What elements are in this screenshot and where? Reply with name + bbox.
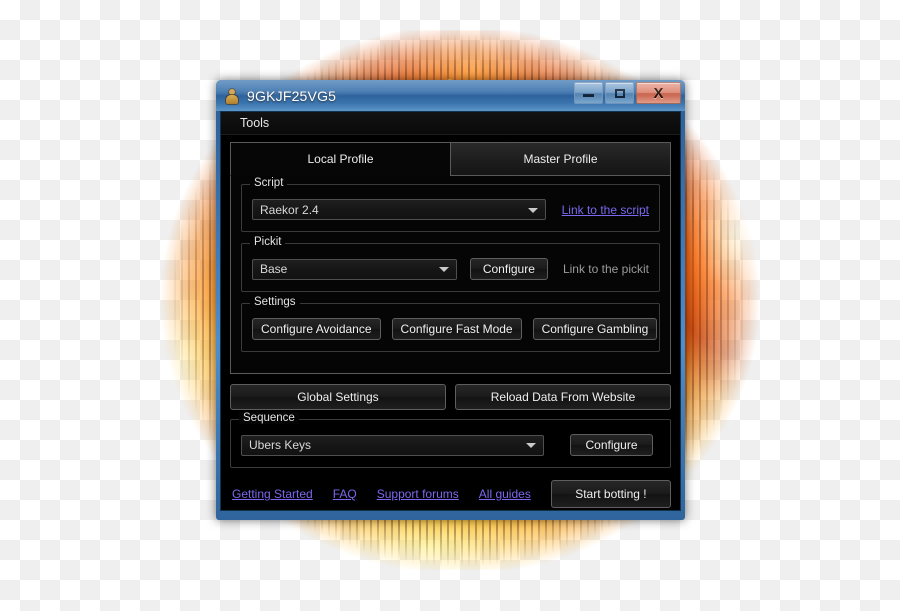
chevron-down-icon <box>527 207 538 213</box>
application-window: 9GKJF25VG5 X Tools Local Profile Master … <box>216 80 685 520</box>
settings-buttons-row: Configure Avoidance Configure Fast Mode … <box>252 318 658 340</box>
tab-panel-local-profile: Script Raekor 2.4 Link to the script Pic… <box>230 176 671 374</box>
reload-data-label: Reload Data From Website <box>490 390 636 404</box>
configure-gambling-button[interactable]: Configure Gambling <box>532 318 658 340</box>
close-icon: X <box>653 84 664 102</box>
global-settings-label: Global Settings <box>297 390 379 404</box>
reload-data-button[interactable]: Reload Data From Website <box>455 384 671 410</box>
sequence-combobox-value: Ubers Keys <box>249 438 312 452</box>
window-controls: X <box>574 82 681 104</box>
chevron-down-icon <box>526 443 536 448</box>
settings-group: Settings Configure Avoidance Configure F… <box>241 296 660 352</box>
link-getting-started[interactable]: Getting Started <box>232 487 313 501</box>
pickit-combobox-value: Base <box>260 262 288 276</box>
start-botting-button[interactable]: Start botting ! <box>550 480 671 508</box>
pickit-group-title: Pickit <box>250 236 286 248</box>
pickit-configure-button[interactable]: Configure <box>469 258 548 280</box>
minimize-icon <box>583 94 594 97</box>
sequence-row: Ubers Keys Configure <box>241 434 660 456</box>
script-group: Script Raekor 2.4 Link to the script <box>241 177 660 232</box>
configure-fast-mode-button[interactable]: Configure Fast Mode <box>391 318 522 340</box>
configure-avoidance-button[interactable]: Configure Avoidance <box>252 318 381 340</box>
menu-item-tools[interactable]: Tools <box>236 114 273 132</box>
pickit-combobox[interactable]: Base <box>252 258 457 280</box>
maximize-button[interactable] <box>605 82 634 104</box>
chevron-down-icon <box>438 267 449 272</box>
menu-bar: Tools <box>221 112 680 135</box>
settings-group-title: Settings <box>250 296 300 308</box>
main-buttons-row: Global Settings Reload Data From Website <box>230 384 671 410</box>
link-to-the-pickit[interactable]: Link to the pickit <box>563 262 649 276</box>
sequence-group-title: Sequence <box>239 412 299 424</box>
window-title: 9GKJF25VG5 <box>247 87 337 104</box>
user-figure-icon <box>223 87 241 105</box>
global-settings-button[interactable]: Global Settings <box>230 384 446 410</box>
maximize-icon <box>614 88 625 98</box>
link-all-guides[interactable]: All guides <box>479 487 531 501</box>
configure-gambling-label: Configure Gambling <box>541 322 649 336</box>
tab-master-profile[interactable]: Master Profile <box>450 142 671 176</box>
tab-local-profile[interactable]: Local Profile <box>230 142 450 176</box>
footer-links-row: Getting Started FAQ Support forums All g… <box>230 480 671 508</box>
tab-strip: Local Profile Master Profile <box>230 142 671 176</box>
script-row: Raekor 2.4 Link to the script <box>252 199 649 220</box>
start-botting-label: Start botting ! <box>575 487 647 501</box>
client-area: Tools Local Profile Master Profile Scrip… <box>220 111 681 511</box>
sequence-configure-label: Configure <box>585 438 638 452</box>
configure-avoidance-label: Configure Avoidance <box>261 322 372 336</box>
link-faq[interactable]: FAQ <box>333 487 357 501</box>
content-area: Local Profile Master Profile Script Raek… <box>221 135 680 508</box>
script-group-title: Script <box>250 177 288 189</box>
minimize-button[interactable] <box>574 82 603 104</box>
sequence-group: Sequence Ubers Keys Configure <box>230 412 671 468</box>
script-combobox-value: Raekor 2.4 <box>260 202 319 217</box>
link-to-the-script[interactable]: Link to the script <box>562 203 649 217</box>
screenshot-canvas: 9GKJF25VG5 X Tools Local Profile Master … <box>0 0 900 611</box>
pickit-group: Pickit Base Configure Link to the pickit <box>241 236 660 292</box>
link-support-forums[interactable]: Support forums <box>377 487 459 501</box>
tab-local-profile-label: Local Profile <box>307 152 374 166</box>
configure-fast-mode-label: Configure Fast Mode <box>400 322 513 336</box>
sequence-combobox[interactable]: Ubers Keys <box>241 434 544 456</box>
close-button[interactable]: X <box>636 82 681 104</box>
title-bar[interactable]: 9GKJF25VG5 X <box>216 80 685 111</box>
pickit-row: Base Configure Link to the pickit <box>252 258 649 280</box>
sequence-configure-button[interactable]: Configure <box>570 434 653 456</box>
script-combobox[interactable]: Raekor 2.4 <box>252 199 546 220</box>
tab-master-profile-label: Master Profile <box>523 152 598 166</box>
pickit-configure-label: Configure <box>482 262 535 276</box>
